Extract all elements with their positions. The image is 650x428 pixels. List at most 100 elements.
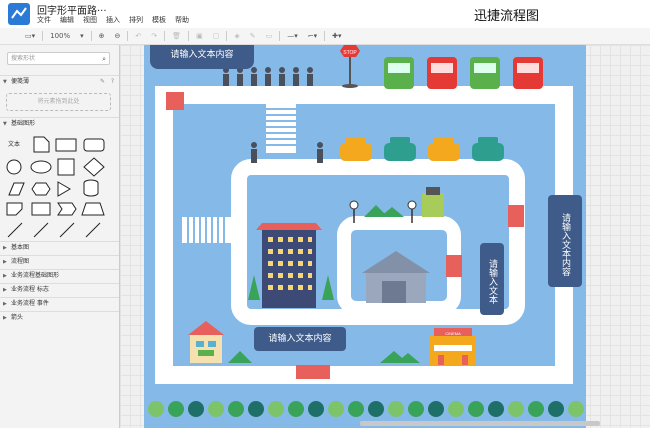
tree-row-bottom (148, 401, 584, 417)
city-map-diagram[interactable]: STOP CINEMA 请输入文本内容 请输入文本内容 请输入文本内容 请输入文… (144, 45, 586, 428)
svg-text:STOP: STOP (343, 50, 357, 56)
section-basic[interactable]: ▶ 基本图 (0, 241, 119, 253)
callout-text: 请输入文本 (487, 258, 497, 304)
chevron-right-icon: ▶ (3, 301, 7, 307)
callout-text: 请输入文本内容 (170, 50, 234, 60)
arrow-line-shape-3 (85, 222, 101, 238)
cars (340, 137, 504, 161)
diamond-shape (83, 157, 105, 177)
undo-icon[interactable]: ↶ (130, 28, 146, 44)
to-front-icon[interactable]: ▣ (191, 28, 208, 44)
search-icon[interactable]: ⌕ (102, 54, 106, 65)
zoom-out-icon[interactable]: ⊖ (110, 28, 126, 44)
menu-file[interactable]: 文件 (37, 15, 51, 25)
menu-help[interactable]: 帮助 (175, 15, 189, 25)
menu-template[interactable]: 模板 (152, 15, 166, 25)
section-label: 基础图形 (11, 120, 36, 127)
brand-name: 迅捷流程图 (474, 9, 540, 24)
line-shape (7, 222, 23, 238)
red-marker (296, 365, 330, 379)
help-icon[interactable]: ? (111, 76, 114, 88)
horizontal-scrollbar[interactable] (360, 421, 600, 426)
chevron-down-icon: ▼ (3, 79, 7, 85)
section-bpmn-basic[interactable]: ▶ 业务流程基础图形 (0, 269, 119, 281)
section-flowchart[interactable]: ▶ 流程图 (0, 255, 119, 267)
edit-icon[interactable]: ✎ (100, 76, 105, 88)
delete-icon[interactable]: 🗑 (167, 28, 186, 44)
section-basic-shapes[interactable]: ▼ 基础图形 (0, 117, 119, 129)
zoom-in-icon[interactable]: ⊕ (94, 28, 110, 44)
callout-center[interactable]: 请输入文本内容 (254, 327, 346, 351)
title-bar: 回字形平面路··· 文件 编辑 视图 插入 排列 模板 帮助 迅捷流程图 (0, 0, 650, 28)
ellipse-shape (30, 160, 52, 174)
section-label: 基本图 (11, 244, 30, 251)
red-marker (446, 255, 462, 277)
section-label: 流程图 (11, 258, 30, 265)
section-bpmn-markers[interactable]: ▶ 业务流程 标志 (0, 283, 119, 295)
section-label: 业务流程基础图形 (11, 272, 60, 279)
buses (384, 57, 543, 89)
red-marker (508, 205, 524, 227)
app-logo-icon[interactable] (8, 3, 30, 25)
to-back-icon[interactable]: ▢ (208, 28, 225, 44)
section-arrows[interactable]: ▶ 箭头 (0, 311, 119, 323)
callout-right[interactable]: 请输入文本内容 (548, 195, 582, 287)
menu-insert[interactable]: 插入 (106, 15, 120, 25)
section-bpmn-events[interactable]: ▶ 业务流程 事件 (0, 297, 119, 309)
callout-top[interactable]: 请输入文本内容 (150, 45, 254, 69)
zoom-dropdown-icon[interactable]: ▾ (75, 28, 89, 44)
arrow-line-shape (33, 222, 49, 238)
connection-style-icon[interactable]: —▾ (282, 28, 303, 44)
stop-sign: STOP (340, 45, 360, 88)
menu-edit[interactable]: 编辑 (60, 15, 74, 25)
callout-text: 请输入文本内容 (560, 212, 570, 276)
menu-view[interactable]: 视图 (83, 15, 97, 25)
fill-color-icon[interactable]: ◈ (229, 28, 244, 44)
toolbar: ▭▾ 100% ▾ ⊕ ⊖ ↶ ↷ 🗑 ▣ ▢ ◈ ✎ ▭ —▾ ⌐▾ ✚▾ (0, 28, 650, 45)
parallelogram-shape (8, 182, 25, 196)
section-scratchpad[interactable]: ▼ 便笺薄 ✎ ? (0, 75, 119, 87)
rounded-rectangle-shape (83, 138, 105, 152)
hexagon-shape (31, 182, 51, 196)
house (188, 321, 224, 363)
text-shape: 文本 (8, 140, 20, 148)
cinema-building: CINEMA (430, 328, 476, 365)
scratchpad-drop-area[interactable]: 将元素拖到此处 (6, 93, 111, 111)
section-label: 业务流程 事件 (11, 300, 49, 307)
crosswalk-top-stripes (266, 108, 296, 146)
bush-inner (364, 205, 404, 217)
bushes-bottom (228, 351, 420, 363)
menu-arrange[interactable]: 排列 (129, 15, 143, 25)
shape-search-input[interactable]: 搜索形状 ⌕ (7, 52, 110, 65)
triangle-shape (57, 181, 71, 197)
callout-text: 请输入文本内容 (268, 334, 332, 344)
cylinder-shape (83, 179, 99, 197)
pedestrians-top (223, 67, 313, 86)
chevron-right-icon: ▶ (3, 287, 7, 293)
zoom-level[interactable]: 100% (45, 28, 75, 44)
basic-shapes-palette[interactable]: 文本 (4, 135, 114, 241)
search-placeholder: 搜索形状 (11, 55, 36, 62)
line-color-icon[interactable]: ✎ (245, 28, 261, 44)
small-tower (422, 187, 444, 217)
callout-shape (6, 202, 23, 216)
insert-plus-icon[interactable]: ✚▾ (327, 28, 346, 44)
panel-toggle-icon[interactable]: ▭▾ (20, 28, 40, 44)
circle-shape (6, 159, 22, 175)
callout-middle[interactable]: 请输入文本 (480, 243, 504, 315)
document-shape (33, 136, 50, 153)
redo-icon[interactable]: ↷ (146, 28, 162, 44)
shape-sidebar: 搜索形状 ⌕ ▼ 便笺薄 ✎ ? 将元素拖到此处 ▼ 基础图形 文本 ▶ 基本图… (0, 45, 120, 428)
shadow-icon[interactable]: ▭ (261, 28, 278, 44)
chevron-right-icon: ▶ (3, 315, 7, 321)
square-shape (57, 158, 75, 176)
apartment-tower (256, 223, 322, 308)
chevron-right-icon: ▶ (3, 245, 7, 251)
trapezoid-shape (81, 202, 105, 216)
section-label: 便笺薄 (11, 78, 30, 85)
arrow-line-shape-2 (59, 222, 75, 238)
chevron-right-icon: ▶ (3, 259, 7, 265)
red-marker (166, 92, 184, 110)
waypoint-style-icon[interactable]: ⌐▾ (303, 28, 322, 44)
section-label: 业务流程 标志 (11, 286, 49, 293)
